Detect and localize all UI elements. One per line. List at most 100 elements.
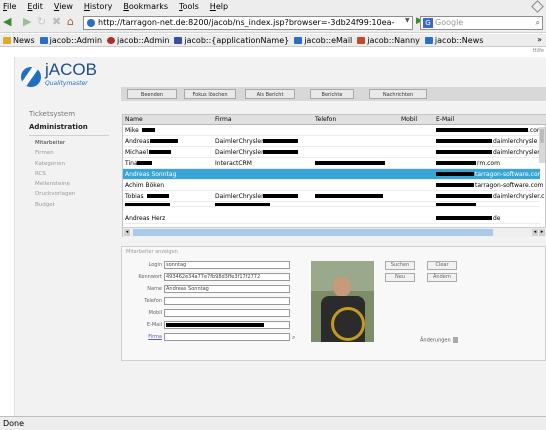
name-label: Name [147, 286, 162, 292]
cell-email: daimlerchrysler.c [493, 193, 545, 200]
table-row[interactable] [123, 202, 540, 207]
menu-bookmarks[interactable]: Bookmarks [123, 2, 168, 11]
table-row[interactable]: Tobias DaimlerChrysler daimlerchrysler.c [123, 191, 544, 202]
search-icon[interactable]: ⌕ [536, 17, 540, 29]
sidebar-item-kategorien[interactable]: Kategorien [29, 159, 109, 169]
table-horizontal-scrollbar[interactable]: ◂ ◂ ▸ [123, 227, 546, 237]
menu-history[interactable]: History [84, 2, 112, 11]
cell-name: Andreas Herz [125, 215, 166, 222]
redaction-bar [315, 161, 385, 165]
scrollbar-thumb[interactable] [540, 129, 544, 143]
stop-icon[interactable]: ✖ [52, 16, 61, 28]
bookmark-jacob-admin[interactable]: jacob::Admin [39, 36, 102, 45]
document-icon [452, 337, 458, 343]
lookup-icon[interactable]: ⌕ [292, 334, 295, 342]
kennwort-label: Kennwort [138, 274, 162, 280]
forward-arrow-icon[interactable]: ▶ [23, 16, 31, 28]
cell-name: Andreas [125, 138, 150, 145]
berichte-button[interactable]: Berichte [310, 89, 354, 99]
aenderungen-link[interactable]: Änderungen [420, 337, 458, 344]
redaction-bar [215, 203, 270, 206]
fokus-loeschen-button[interactable]: Fokus löschen [184, 89, 236, 99]
table-row[interactable]: Achim Böken tarragon-software.com [123, 180, 544, 191]
sidebar-item-rcs[interactable]: RCS [29, 169, 109, 179]
bookmark-jacob-news[interactable]: jacob::News [424, 35, 484, 45]
site-favicon-icon [87, 19, 95, 27]
table-row[interactable]: Tina InteractCRM rm.com [123, 158, 540, 169]
scroll-right-icon[interactable]: ▸ [539, 229, 545, 236]
email-label: E-Mail [146, 322, 162, 328]
bookmark-label: jacob::News [434, 35, 484, 45]
bookmarks-overflow-button[interactable]: » [537, 35, 542, 44]
nachrichten-button[interactable]: Nachrichten [369, 89, 427, 99]
column-header-telefon[interactable]: Telefon [315, 115, 336, 125]
search-input[interactable]: G Google ⌕ [420, 16, 543, 30]
bookmark-jacob-email[interactable]: jacob::eMail [294, 36, 352, 45]
sidebar-item-budget[interactable]: Budget [29, 200, 109, 210]
redaction-bar [436, 183, 474, 187]
jacob-logo-icon [21, 67, 41, 87]
back-arrow-icon[interactable]: ◀ [3, 16, 11, 28]
redaction-bar [166, 323, 264, 327]
column-header-email[interactable]: E-Mail [436, 115, 454, 125]
cell-email: tarragon-software.com [475, 171, 544, 178]
sidebar-item-mitarbeiter[interactable]: Mitarbeiter [29, 138, 109, 148]
menu-edit[interactable]: Edit [27, 2, 43, 11]
table-row[interactable]: Michael DaimlerChrysler daimlerchrysler.… [123, 147, 544, 158]
table-row-selected[interactable]: Andreas Sonntag tarragon-software.com [123, 169, 544, 180]
scroll-left-icon[interactable]: ◂ [532, 229, 538, 236]
bookmark-jacob-admin-2[interactable]: jacob::Admin [107, 36, 169, 45]
clear-button[interactable]: Clear [427, 261, 457, 270]
neu-button[interactable]: Neu [385, 273, 415, 282]
sidebar-section-administration[interactable]: Administration [29, 123, 109, 131]
help-link[interactable]: Hilfe [533, 48, 544, 54]
als-bericht-button[interactable]: Als Bericht [245, 89, 295, 99]
column-header-firma[interactable]: Firma [215, 115, 232, 125]
column-header-name[interactable]: Name [125, 115, 143, 125]
page-content: Hilfe jACOB Qualitymaster Ticketsystem A… [0, 47, 546, 416]
menu-file[interactable]: File [3, 2, 16, 11]
email-field[interactable] [164, 321, 290, 329]
redaction-bar [436, 203, 476, 206]
browser-window: File Edit View History Bookmarks Tools H… [0, 0, 546, 430]
sidebar-item-firmen[interactable]: Firmen [29, 148, 109, 158]
menu-help[interactable]: Help [210, 2, 228, 11]
sidebar-heading[interactable]: Ticketsystem [29, 110, 109, 118]
suchen-button[interactable]: Suchen [385, 261, 415, 270]
navigation-toolbar: ◀ ▶ ↻ ✖ ⌂ http://tarragon-net.de:8200/ja… [0, 13, 546, 33]
table-row[interactable]: Andreas Herz de [123, 213, 540, 224]
home-icon[interactable]: ⌂ [67, 16, 74, 28]
reload-icon[interactable]: ↻ [37, 16, 46, 28]
mobil-field[interactable] [164, 309, 290, 317]
bookmark-jacob-nanny[interactable]: jacob::Nanny [357, 36, 420, 45]
bookmark-news[interactable]: News [3, 36, 35, 45]
menu-tools[interactable]: Tools [179, 2, 199, 11]
table-row[interactable]: Mike .com [123, 125, 543, 136]
beenden-button[interactable]: Beenden [127, 89, 177, 99]
telefon-label: Telefon [144, 298, 162, 304]
aenderungen-label: Änderungen [420, 337, 451, 344]
telefon-field[interactable] [164, 297, 290, 305]
menu-view[interactable]: View [54, 2, 73, 11]
scrollbar-thumb[interactable] [133, 229, 493, 236]
name-field[interactable]: Andreas Sonntag [164, 285, 290, 293]
firma-field[interactable] [164, 333, 290, 341]
url-bar[interactable]: http://tarragon-net.de:8200/jacob/ns_ind… [83, 16, 413, 30]
sidebar-item-meilensteine[interactable]: Meilensteine [29, 179, 109, 189]
scroll-left-icon[interactable]: ◂ [124, 229, 130, 236]
kennwort-field[interactable]: 493462e34a77e7fb98d3ffe3f17f2772 [164, 273, 290, 281]
column-header-mobil[interactable]: Mobil [401, 115, 417, 125]
table-vertical-scrollbar[interactable] [539, 127, 545, 163]
cell-firma: InteractCRM [215, 160, 252, 167]
table-row[interactable]: Andreas DaimlerChrysler daimlerchrysle [123, 136, 540, 147]
sidebar-item-druckvorlagen[interactable]: Druckvorlagen [29, 189, 109, 199]
bookmark-jacob-application[interactable]: jacob::{applicationName} [174, 36, 289, 45]
login-field[interactable]: sonntag [164, 261, 290, 269]
cell-firma: DaimlerChrysler [215, 149, 264, 156]
aendern-button[interactable]: Ändern [427, 273, 457, 282]
url-dropdown-icon[interactable]: ▼ [405, 17, 413, 29]
cell-email: tarragon-software.com [475, 182, 544, 189]
bookmark-label: jacob::eMail [304, 35, 353, 45]
redaction-bar [137, 161, 152, 165]
firma-link[interactable]: Firma [122, 334, 162, 340]
